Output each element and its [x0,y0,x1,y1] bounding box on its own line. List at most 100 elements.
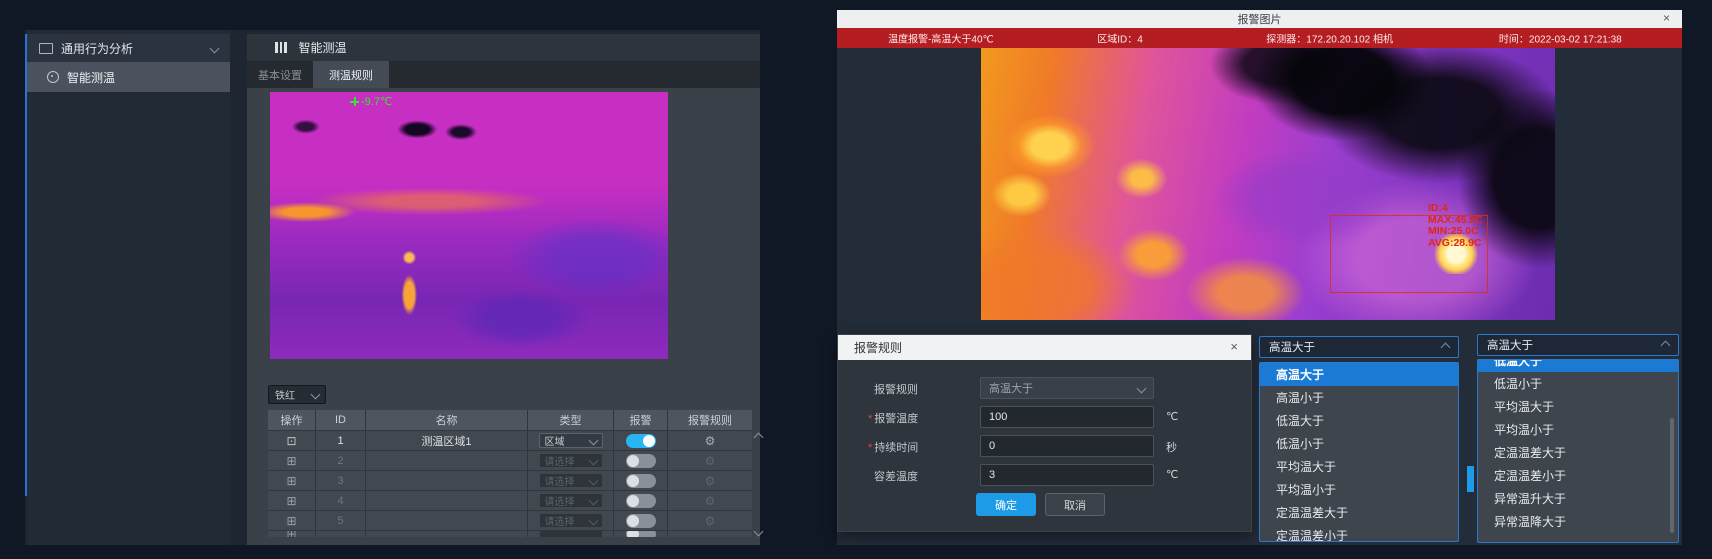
add-region-button[interactable]: ⊞ [268,511,316,530]
chevron-down-icon [588,456,598,466]
row-name [366,491,528,510]
type-select-disabled: 请选择 [539,513,603,528]
alarm-toggle[interactable] [626,454,656,468]
alert-alarm-text: 温度报警-高温大于40℃ [888,31,994,46]
alert-region-text: 区域ID：4 [1097,31,1143,46]
chevron-down-icon [588,476,598,486]
close-icon[interactable]: × [1230,339,1238,354]
alarm-rule-dialog: 报警规则 × 报警规则 高温大于 *报警温度 ℃ *持续时间 秒 容差温度 ℃ … [837,334,1252,532]
option[interactable]: 定温温差大于 [1478,441,1678,464]
option[interactable]: 平均温大于 [1260,455,1458,478]
row-id: 3 [316,471,366,490]
table-header-row: 操作 ID 名称 类型 报警 报警规则 [268,410,752,430]
monitor-icon [39,43,53,54]
spot-temperature-overlay: -9.7℃ [350,95,392,108]
table-row-clipped: ⊞ [268,530,752,537]
cancel-button[interactable]: 取消 [1045,493,1105,516]
thermal-preview-image: -9.7℃ [270,92,668,359]
option[interactable]: 定温温差小于 [1260,524,1458,542]
alarm-image-dialog: 报警图片 × 温度报警-高温大于40℃ 区域ID：4 探测器：172.20.20… [837,10,1682,545]
roi-min: MIN:25.0C [1428,226,1483,238]
palette-select[interactable]: 铁红 [268,385,326,404]
unit-label: 秒 [1166,439,1177,455]
chevron-down-icon [588,516,598,526]
confirm-button[interactable]: 确定 [976,493,1036,516]
add-icon: ⊞ [286,475,296,487]
gear-icon[interactable]: ⚙ [705,455,716,467]
option[interactable]: 高温大于 [1260,363,1458,386]
close-icon[interactable]: × [1663,11,1670,25]
col-header-name: 名称 [366,410,528,430]
option[interactable]: 平均温小于 [1478,418,1678,441]
chevron-down-icon [311,390,321,400]
gear-icon[interactable]: ⚙ [705,495,716,507]
col-header-alarm-rule: 报警规则 [668,410,752,430]
field-tolerance: 容差温度 ℃ [838,464,1251,486]
add-region-button[interactable]: ⊞ [268,471,316,490]
dialog-titlebar: 报警图片 × [837,10,1682,28]
tolerance-input[interactable] [980,464,1154,486]
sidebar-item-label: 智能测温 [67,69,218,86]
rule-dropdown-left[interactable]: 高温大于 [1259,336,1459,358]
row-id: 1 [316,431,366,450]
gear-icon[interactable]: ⚙ [705,475,716,487]
spot-cross-icon [350,97,359,106]
table-row: ⊞ 2 请选择 ⚙ [268,450,752,470]
row-id: 5 [316,511,366,530]
add-icon: ⊞ [286,531,296,537]
table-row: ⊞ 3 请选择 ⚙ [268,470,752,490]
type-select[interactable]: 区域 [539,433,603,448]
option[interactable]: 平均温大于 [1478,395,1678,418]
menu-bars-icon[interactable] [275,42,287,53]
sidebar-item-smart-thermometry[interactable]: 智能测温 [27,62,230,92]
sidebar-group-behavior-analysis[interactable]: 通用行为分析 [27,34,230,62]
spot-temp-value: -9.7℃ [361,95,392,108]
option[interactable]: 低温大于 [1260,409,1458,432]
gear-icon[interactable]: ⚙ [705,435,716,447]
table-scroll-up-icon[interactable] [755,434,762,441]
option[interactable]: 低温小于 [1260,432,1458,455]
add-icon: ⊞ [286,515,296,527]
unit-label: ℃ [1166,410,1178,423]
rule-dialog-title: 报警规则 [854,339,902,356]
type-select-disabled: 请选择 [539,473,603,488]
option[interactable]: 平均温小于 [1260,478,1458,501]
option[interactable]: 异常温降大于 [1478,510,1678,533]
option[interactable]: 低温小于 [1478,372,1678,395]
table-scroll-down-icon[interactable] [755,528,762,535]
alarm-toggle[interactable] [626,434,656,448]
add-region-button[interactable]: ⊞ [268,491,316,510]
alarm-rule-select[interactable]: 高温大于 [980,377,1154,399]
tab-basic-settings[interactable]: 基本设置 [247,61,313,88]
roi-avg: AVG:28.9C [1428,238,1483,250]
alarm-toggle[interactable] [626,514,656,528]
option[interactable]: 异常温升大于 [1478,487,1678,510]
option[interactable]: 高温小于 [1260,386,1458,409]
delete-region-button[interactable]: ⊡ [268,431,316,450]
alarm-toggle[interactable] [626,474,656,488]
field-duration: *持续时间 秒 [838,435,1251,457]
table-row: ⊡ 1 测温区域1 区域 ⚙ [268,430,752,450]
chevron-up-icon [1441,342,1451,352]
gear-icon[interactable]: ⚙ [705,515,716,527]
rule-dropdown-right[interactable]: 高温大于 [1477,334,1679,356]
tab-bar: 基本设置 测温规则 [247,61,760,88]
chevron-down-icon [588,496,598,506]
duration-input[interactable] [980,435,1154,457]
row-id: 2 [316,451,366,470]
row-name [366,511,528,530]
field-label: *持续时间 [868,439,918,455]
alarm-toggle[interactable] [626,494,656,508]
add-icon: ⊞ [286,495,296,507]
field-alarm-temperature: *报警温度 ℃ [838,406,1251,428]
obscured-confirm-button[interactable] [1467,466,1474,492]
tab-thermometry-rules[interactable]: 测温规则 [313,61,389,88]
add-region-button[interactable]: ⊞ [268,451,316,470]
option[interactable]: 定温温差小于 [1478,464,1678,487]
dropdown-scrollbar-thumb[interactable] [1670,418,1674,533]
region-table: 操作 ID 名称 类型 报警 报警规则 ⊡ 1 测温区域1 区域 ⚙ ⊞ [268,410,752,537]
option-clipped[interactable]: 低温大于 [1478,360,1678,372]
alarm-temperature-input[interactable] [980,406,1154,428]
option[interactable]: 定温温差大于 [1260,501,1458,524]
row-id: 4 [316,491,366,510]
